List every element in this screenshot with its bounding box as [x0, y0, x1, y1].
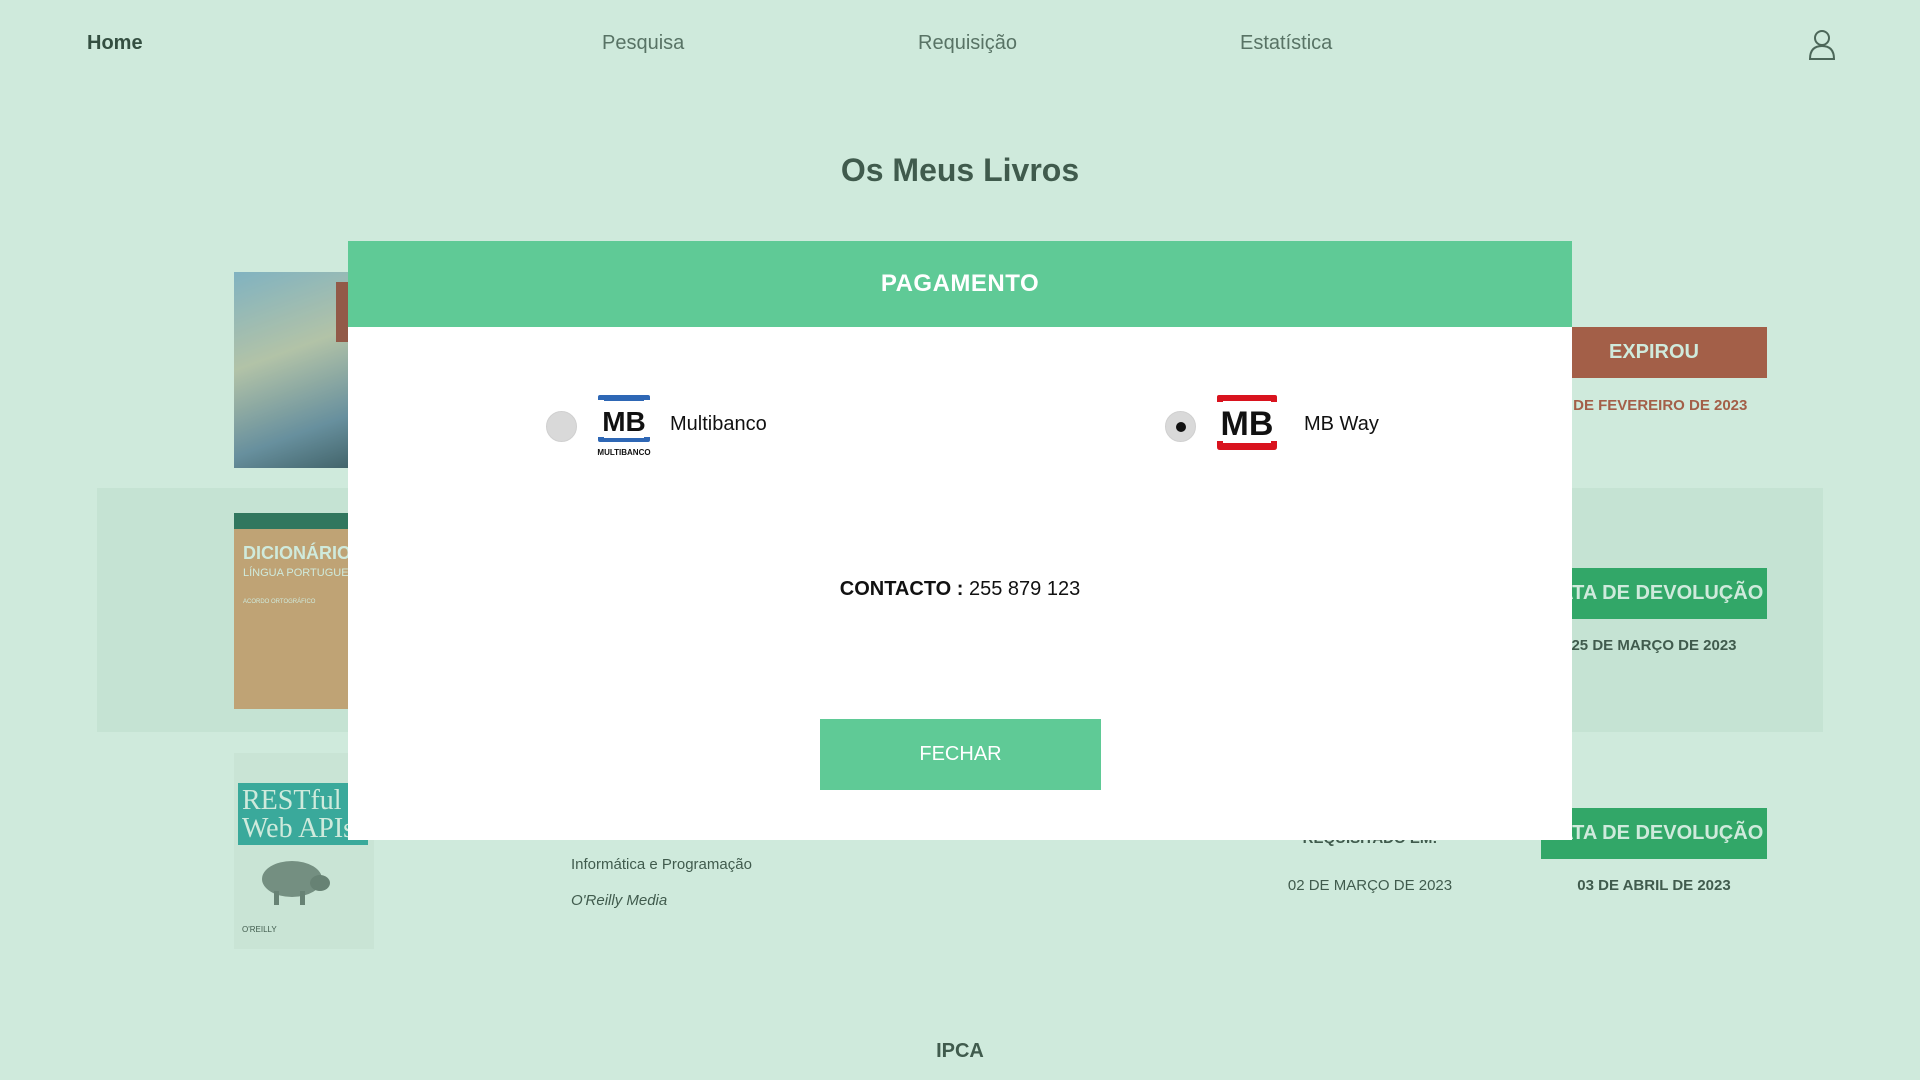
option-label: MB Way: [1304, 413, 1379, 435]
contact-value: 255 879 123: [963, 578, 1081, 600]
svg-text:MULTIBANCO: MULTIBANCO: [597, 448, 650, 457]
svg-text:MB: MB: [1221, 405, 1274, 443]
contact-info: CONTACTO : 255 879 123: [348, 578, 1572, 601]
option-label: Multibanco: [670, 413, 767, 435]
multibanco-logo: MB MULTIBANCO: [597, 395, 651, 457]
radio-multibanco[interactable]: [546, 411, 577, 442]
contact-label: CONTACTO :: [839, 578, 964, 600]
modal-title: PAGAMENTO: [348, 241, 1572, 327]
payment-modal: PAGAMENTO MB MULTIBANCO Multibanco MB MB…: [348, 241, 1572, 840]
svg-text:MB: MB: [602, 406, 646, 437]
close-button[interactable]: FECHAR: [820, 719, 1101, 790]
radio-mbway[interactable]: [1165, 411, 1196, 442]
mbway-logo: MB: [1217, 395, 1277, 450]
